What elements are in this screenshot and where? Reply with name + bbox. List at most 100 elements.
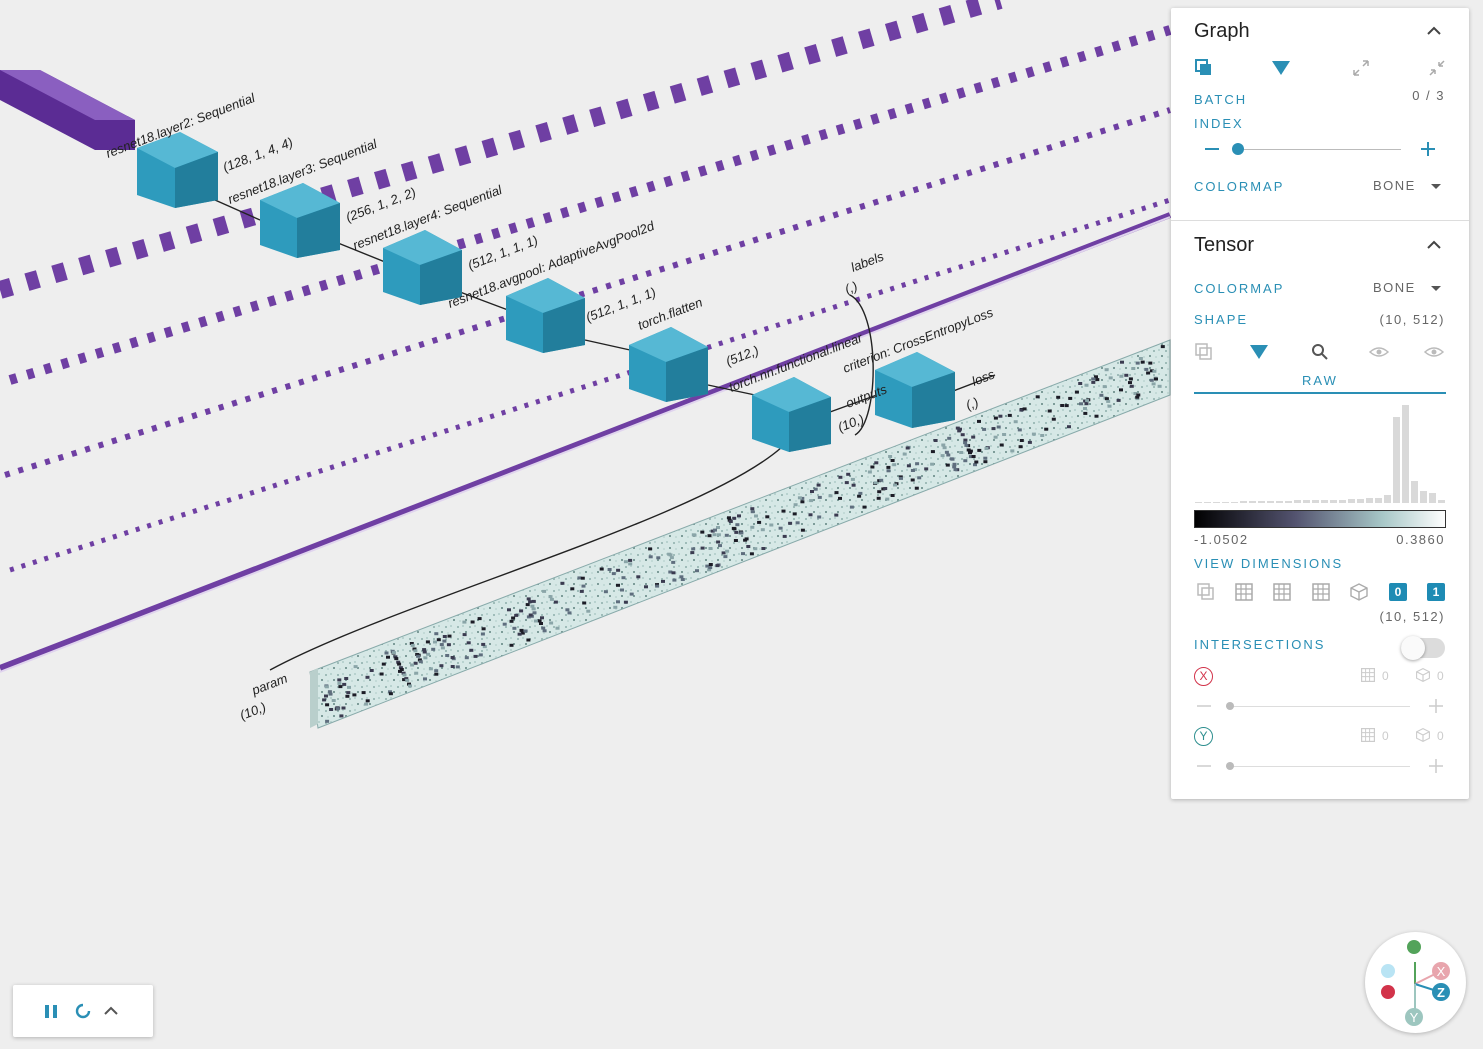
tensor-cell — [792, 512, 797, 516]
batch-index-value: 0 / 3 — [1412, 88, 1445, 103]
graph-colormap-select[interactable]: BONE — [1373, 178, 1416, 193]
eye-icon[interactable] — [1424, 342, 1444, 362]
cube-icon[interactable] — [1415, 667, 1431, 683]
plus-icon[interactable] — [1426, 696, 1446, 716]
tensor-cell — [817, 495, 822, 499]
batch-index-label: BATCH INDEX — [1194, 92, 1248, 131]
tensor-cell — [960, 433, 965, 437]
plus-icon[interactable] — [1418, 139, 1438, 159]
histogram-bar — [1204, 502, 1211, 503]
tensor-cell — [1084, 402, 1089, 406]
expand-icon[interactable] — [1351, 58, 1371, 78]
tensor-cell — [1047, 409, 1052, 413]
tensor-cell — [434, 672, 439, 676]
dimension-badge-1[interactable]: 1 — [1427, 583, 1445, 601]
y-slider-thumb[interactable] — [1226, 762, 1234, 770]
tensor-cell — [342, 682, 347, 686]
tensor-cell — [1136, 393, 1141, 397]
tensor-cell — [517, 632, 522, 636]
tensor-cell — [469, 648, 474, 652]
histogram-bar — [1330, 500, 1337, 503]
shape-value: (10, 512) — [1379, 312, 1445, 327]
tensor-cell — [1160, 345, 1165, 349]
dimension-badge-0[interactable]: 0 — [1389, 583, 1407, 601]
minus-icon[interactable] — [1202, 139, 1222, 159]
x-slider-track[interactable] — [1226, 706, 1410, 707]
tensor-cell — [724, 533, 729, 537]
tensor-cell — [413, 661, 418, 665]
chevron-up-icon[interactable] — [101, 1001, 121, 1021]
tensor-cell — [1104, 368, 1109, 372]
tensor-cell — [1135, 361, 1140, 365]
tensor-cell — [512, 626, 517, 630]
tensor-cell — [1106, 399, 1111, 403]
dropdown-arrow-icon[interactable] — [1426, 278, 1446, 298]
dropdown-arrow-icon[interactable] — [1426, 176, 1446, 196]
tensor-cell — [507, 608, 511, 612]
intersections-toggle[interactable] — [1401, 636, 1445, 660]
tab-raw[interactable]: RAW — [1302, 373, 1338, 388]
grid-icon[interactable] — [1360, 727, 1376, 743]
eye-plus-icon[interactable] — [1369, 342, 1389, 362]
tensor-cell — [1091, 380, 1096, 384]
tensor-cell — [668, 553, 673, 557]
stack-icon[interactable] — [1194, 342, 1214, 362]
tensor-cell — [905, 446, 910, 450]
tensor-cell — [1119, 374, 1124, 378]
tensor-cell — [672, 578, 677, 582]
tensor-cell — [509, 619, 514, 623]
tensor-cell — [394, 657, 399, 661]
batch-slider-track[interactable] — [1233, 149, 1401, 150]
grid-icon[interactable] — [1272, 582, 1292, 602]
tensor-cell — [968, 451, 972, 455]
node-shape-labels: (,) — [843, 278, 860, 296]
tensor-cell — [528, 600, 533, 604]
cube-icon[interactable] — [1349, 582, 1369, 602]
reload-icon[interactable] — [73, 1001, 93, 1021]
tensor-cell — [1085, 399, 1090, 403]
filter-icon[interactable] — [1249, 342, 1269, 362]
tensor-cell — [324, 685, 329, 689]
tensor-cell — [1108, 376, 1113, 380]
tensor-cell — [838, 475, 843, 479]
histogram-bar — [1321, 500, 1328, 503]
stack-icon[interactable] — [1196, 582, 1216, 602]
tensor-cell — [966, 448, 971, 452]
batch-slider-thumb[interactable] — [1232, 143, 1244, 155]
input-tensor-bar[interactable] — [0, 70, 135, 150]
tensor-colormap-select[interactable]: BONE — [1373, 280, 1416, 295]
minus-icon[interactable] — [1194, 756, 1214, 776]
grid-icon[interactable] — [1311, 582, 1331, 602]
filter-icon[interactable] — [1271, 58, 1291, 78]
tensor-cell — [1119, 388, 1123, 392]
tensor-cell — [661, 579, 665, 583]
search-icon[interactable] — [1310, 342, 1330, 362]
tensor-cell — [671, 560, 676, 564]
stack-icon[interactable] — [1194, 58, 1214, 78]
chevron-up-icon[interactable] — [1425, 22, 1443, 40]
cube-icon[interactable] — [1415, 727, 1431, 743]
grid-icon[interactable] — [1360, 667, 1376, 683]
range-max: 0.3860 — [1396, 532, 1445, 547]
tensor-cell — [883, 487, 888, 490]
tensor-cell — [955, 426, 960, 430]
chevron-up-icon[interactable] — [1425, 236, 1443, 254]
tensor-cell — [628, 558, 633, 562]
axis-y-cube-count: 0 — [1437, 729, 1444, 743]
plus-icon[interactable] — [1426, 756, 1446, 776]
tensor-cell — [964, 443, 969, 447]
pause-icon[interactable] — [41, 1001, 61, 1021]
grid-icon[interactable] — [1234, 582, 1254, 602]
x-slider-thumb[interactable] — [1226, 702, 1234, 710]
tensor-cell — [331, 699, 336, 702]
tensor-cell — [335, 707, 340, 711]
collapse-icon[interactable] — [1427, 58, 1447, 78]
tensor-cell — [439, 664, 444, 668]
orientation-gizmo[interactable]: X Z Y — [1365, 932, 1466, 1033]
tensor-cell — [906, 464, 911, 468]
minus-icon[interactable] — [1194, 696, 1214, 716]
y-slider-track[interactable] — [1226, 766, 1410, 767]
tensor-cell — [1154, 377, 1158, 381]
tensor-cell — [753, 547, 758, 551]
tensor-cell — [817, 515, 822, 519]
